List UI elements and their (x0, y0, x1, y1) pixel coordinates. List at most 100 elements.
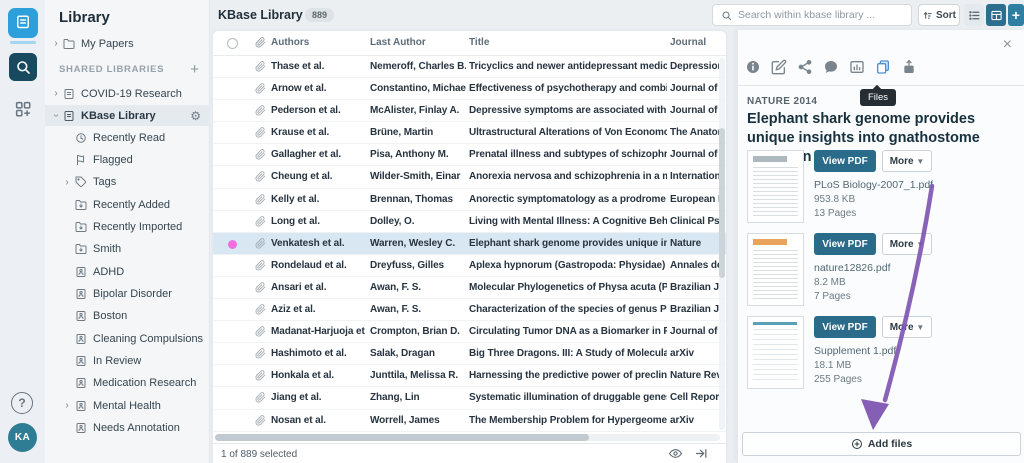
view-pdf-button[interactable]: View PDF (814, 150, 876, 172)
cell-title: Anorectic symptomatology as a prodrome o… (469, 194, 667, 205)
sidebar-item-flagged[interactable]: Flagged (45, 149, 210, 170)
sidebar-item-tags[interactable]: ›Tags (45, 172, 210, 193)
sidebar-item-bipolar-disorder[interactable]: Bipolar Disorder (45, 283, 210, 304)
table-row[interactable]: Venkatesh et al.Warren, Wesley C.Elephan… (213, 233, 726, 255)
collection-icon (75, 333, 87, 345)
table-row[interactable]: Jiang et al.Zhang, LinSystematic illumin… (213, 387, 726, 409)
file-pages: 13 Pages (814, 208, 856, 219)
table-row[interactable]: Thase et al.Nemeroff, Charles B.Tricycli… (213, 56, 726, 78)
pdf-thumbnail[interactable] (747, 316, 804, 389)
table-row[interactable]: Pederson et al.McAlister, Finlay A.Depre… (213, 100, 726, 122)
sidebar-item-medication-research[interactable]: Medication Research (45, 373, 210, 394)
add-files-button[interactable]: Add files (742, 432, 1021, 456)
cell-authors: Honkala et al. (271, 370, 367, 381)
sidebar-item-my-papers[interactable]: › My Papers (45, 33, 210, 54)
view-pdf-button[interactable]: View PDF (814, 316, 876, 338)
comment-icon[interactable] (822, 58, 839, 75)
pdf-thumbnail[interactable] (747, 233, 804, 306)
sidebar-item-cleaning-compulsions[interactable]: Cleaning Compulsions (45, 328, 210, 349)
user-avatar[interactable]: KA (8, 423, 37, 452)
eye-icon[interactable] (669, 447, 682, 460)
file-name[interactable]: Supplement 1.pdf (814, 345, 896, 357)
apps-grid-button[interactable] (11, 97, 35, 121)
table-row[interactable]: Nosan et al.Worrell, JamesThe Membership… (213, 410, 726, 432)
table-row[interactable]: Long et al.Dolley, O.Living with Mental … (213, 211, 726, 233)
view-pdf-button[interactable]: View PDF (814, 233, 876, 255)
sidebar-item-boston[interactable]: Boston (45, 306, 210, 327)
sidebar-item-recently-imported[interactable]: Recently Imported (45, 216, 210, 237)
pdf-thumbnail[interactable] (747, 150, 804, 223)
column-header-journal[interactable]: Journal (670, 37, 706, 48)
table-row[interactable]: Aziz et al.Awan, F. S.Characterization o… (213, 299, 726, 321)
table-row[interactable]: Kelly et al.Brennan, ThomasAnorectic sym… (213, 189, 726, 211)
table-row[interactable]: Ansari et al.Awan, F. S.Molecular Phylog… (213, 277, 726, 299)
color-label-dot[interactable] (228, 240, 237, 249)
table-row[interactable]: Rondelaud et al.Dreyfuss, GillesAplexa h… (213, 255, 726, 277)
global-search-button[interactable] (9, 53, 37, 81)
gear-icon[interactable]: ⚙ (190, 109, 201, 123)
column-header-authors[interactable]: Authors (271, 37, 309, 48)
sidebar-item-smith[interactable]: Smith (45, 239, 210, 260)
grid-plus-icon (14, 100, 32, 118)
library-nav-button[interactable] (8, 8, 38, 38)
cell-last-author: Constantino, Michael J. (370, 83, 466, 94)
sidebar-item-covid-library[interactable]: › COVID-19 Research (45, 83, 210, 104)
collection-icon (75, 422, 87, 434)
column-header-last-author[interactable]: Last Author (370, 37, 426, 48)
close-icon[interactable]: × (1003, 36, 1012, 54)
sort-button[interactable]: Sort (918, 4, 960, 26)
share-icon[interactable] (796, 58, 813, 75)
cell-authors: Aziz et al. (271, 304, 367, 315)
stats-icon[interactable] (848, 58, 865, 75)
horizontal-scrollbar-thumb[interactable] (215, 434, 589, 441)
table-row[interactable]: Cheung et al.Wilder-Smith, EinarAnorexia… (213, 166, 726, 188)
paperclip-column-icon[interactable] (255, 37, 266, 48)
sidebar-item-mental-health[interactable]: ›Mental Health (45, 395, 210, 416)
table-row[interactable]: Arnow et al.Constantino, Michael J.Effec… (213, 78, 726, 100)
collection-icon (75, 266, 87, 278)
cell-journal: Journal of Cli (670, 83, 722, 94)
cell-authors: Jiang et al. (271, 392, 367, 403)
cell-journal: Clinical Psych (670, 216, 722, 227)
cell-title: Aplexa hypnorum (Gastropoda: Physidae) e… (469, 260, 667, 271)
cell-journal: The Anatomic (670, 127, 722, 138)
horizontal-scrollbar[interactable] (215, 434, 720, 441)
more-button[interactable]: More ▼ (882, 316, 932, 338)
edit-icon[interactable] (770, 58, 787, 75)
add-shared-library-button[interactable]: + (190, 61, 199, 78)
sidebar-item-recently-read[interactable]: Recently Read (45, 127, 210, 148)
help-button[interactable]: ? (11, 392, 33, 414)
clock-icon (75, 132, 87, 144)
table-row[interactable]: Honkala et al.Junttila, Melissa R.Harnes… (213, 365, 726, 387)
export-icon[interactable] (900, 58, 917, 75)
cell-journal: Depression (670, 61, 722, 72)
add-reference-button[interactable]: + (1008, 4, 1024, 26)
more-button[interactable]: More ▼ (882, 150, 932, 172)
cell-title: Depressive symptoms are associated with … (469, 105, 667, 116)
sidebar-item-adhd[interactable]: ADHD (45, 261, 210, 282)
cell-title: Systematic illumination of druggable gen… (469, 392, 667, 403)
table-row[interactable]: Krause et al.Brüne, MartinUltrastructura… (213, 122, 726, 144)
files-icon[interactable] (874, 58, 891, 75)
collection-tab-title[interactable]: KBase Library (218, 8, 303, 22)
table-row[interactable]: Gallagher et al.Pisa, Anthony M.Prenatal… (213, 144, 726, 166)
sidebar-item-kbase-library[interactable]: › KBase Library ⚙ (45, 105, 210, 126)
search-input[interactable] (738, 9, 903, 21)
select-all-checkbox[interactable] (227, 38, 238, 49)
info-icon[interactable] (744, 58, 761, 75)
sidebar-item-needs-annotation[interactable]: Needs Annotation (45, 418, 210, 439)
skip-to-end-icon[interactable] (695, 447, 708, 460)
table-row[interactable]: Madanat-Harjuoja et al.Crompton, Brian D… (213, 321, 726, 343)
table-row[interactable]: Hashimoto et al.Salak, DraganBig Three D… (213, 343, 726, 365)
column-header-title[interactable]: Title (469, 37, 489, 48)
vertical-scrollbar[interactable] (719, 58, 725, 430)
cell-last-author: Brennan, Thomas (370, 194, 466, 205)
file-name[interactable]: PLoS Biology-2007_1.pdf (814, 179, 933, 191)
file-name[interactable]: nature12826.pdf (814, 262, 890, 274)
list-view-toggle[interactable] (964, 4, 984, 26)
more-button[interactable]: More ▼ (882, 233, 932, 255)
table-view-toggle[interactable] (986, 4, 1006, 26)
sidebar-item-recently-added[interactable]: Recently Added (45, 194, 210, 215)
sidebar-item-in-review[interactable]: In Review (45, 351, 210, 372)
vertical-scrollbar-thumb[interactable] (719, 128, 725, 278)
